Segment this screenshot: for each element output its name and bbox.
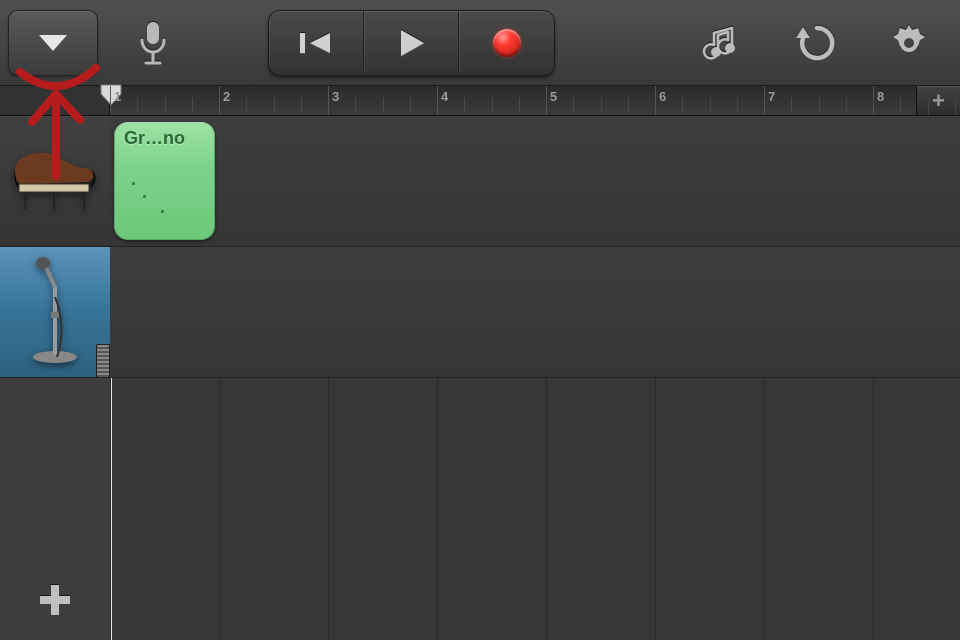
beat-tick <box>410 98 411 115</box>
beat-tick <box>573 98 574 115</box>
beat-tick <box>165 98 166 115</box>
beat-tick <box>900 98 901 115</box>
bar-number: 4 <box>441 89 448 104</box>
microphone-icon <box>136 20 170 66</box>
mic-stand-icon <box>25 257 85 367</box>
beat-tick <box>301 98 302 115</box>
beat-tick <box>737 98 738 115</box>
loop-icon <box>794 20 840 66</box>
tracks-body[interactable]: Gr…no <box>110 116 960 640</box>
bar-line <box>328 86 329 115</box>
bar-line <box>110 86 111 115</box>
track-headers <box>0 116 110 640</box>
play-icon <box>394 26 428 60</box>
bar-line <box>546 86 547 115</box>
timeline-ruler[interactable]: 1 2 3 4 5 6 7 8 <box>110 86 916 115</box>
beat-tick <box>628 98 629 115</box>
ruler-spacer <box>0 86 110 115</box>
beat-tick <box>492 98 493 115</box>
transport-controls <box>268 10 555 76</box>
bar-line <box>219 86 220 115</box>
toolbar-right <box>702 20 960 66</box>
instrument-browser-button[interactable] <box>702 20 748 66</box>
bar-line <box>437 86 438 115</box>
plus-icon <box>36 581 74 619</box>
loop-browser-button[interactable] <box>794 20 840 66</box>
bar-number: 1 <box>114 89 121 104</box>
beat-tick <box>710 98 711 115</box>
beat-tick <box>246 98 247 115</box>
beat-tick <box>464 98 465 115</box>
rewind-button[interactable] <box>269 11 364 75</box>
track-header-audio[interactable] <box>0 247 110 378</box>
volume-handle[interactable] <box>96 344 110 378</box>
track-header-piano[interactable] <box>0 116 110 247</box>
toolbar <box>0 0 960 86</box>
my-songs-button[interactable] <box>8 10 98 76</box>
instruments-icon <box>702 22 748 64</box>
bar-number: 3 <box>332 89 339 104</box>
beat-tick <box>137 98 138 115</box>
track-lane-audio[interactable] <box>110 247 960 378</box>
record-button[interactable] <box>459 11 554 75</box>
piano-icon <box>9 146 101 216</box>
beat-tick <box>192 98 193 115</box>
beat-tick <box>791 98 792 115</box>
beat-tick <box>846 98 847 115</box>
beat-tick <box>819 98 820 115</box>
beat-tick <box>355 98 356 115</box>
bar-number: 7 <box>768 89 775 104</box>
ruler-row: 1 2 3 4 5 6 7 8 + <box>0 86 960 116</box>
bar-number: 8 <box>877 89 884 104</box>
bar-number: 6 <box>659 89 666 104</box>
add-track-button[interactable] <box>0 560 110 640</box>
region-label: Gr…no <box>124 128 205 149</box>
bar-number: 5 <box>550 89 557 104</box>
bar-line <box>873 86 874 115</box>
beat-tick <box>274 98 275 115</box>
workspace: Gr…no <box>0 116 960 640</box>
play-button[interactable] <box>364 11 459 75</box>
beat-tick <box>955 98 956 115</box>
rewind-icon <box>296 29 336 57</box>
beat-tick <box>928 98 929 115</box>
voice-memo-button[interactable] <box>128 10 178 76</box>
midi-notes <box>126 162 203 230</box>
midi-region[interactable]: Gr…no <box>114 122 215 240</box>
beat-tick <box>383 98 384 115</box>
settings-button[interactable] <box>886 20 932 66</box>
add-section-button[interactable]: + <box>916 86 960 115</box>
bar-number: 2 <box>223 89 230 104</box>
track-lane-piano[interactable]: Gr…no <box>110 116 960 247</box>
record-icon <box>493 29 521 57</box>
chevron-down-icon <box>35 29 71 57</box>
beat-tick <box>601 98 602 115</box>
plus-icon: + <box>932 88 945 114</box>
bar-line <box>764 86 765 115</box>
bar-line <box>655 86 656 115</box>
beat-tick <box>519 98 520 115</box>
gear-icon <box>887 21 931 65</box>
beat-tick <box>682 98 683 115</box>
